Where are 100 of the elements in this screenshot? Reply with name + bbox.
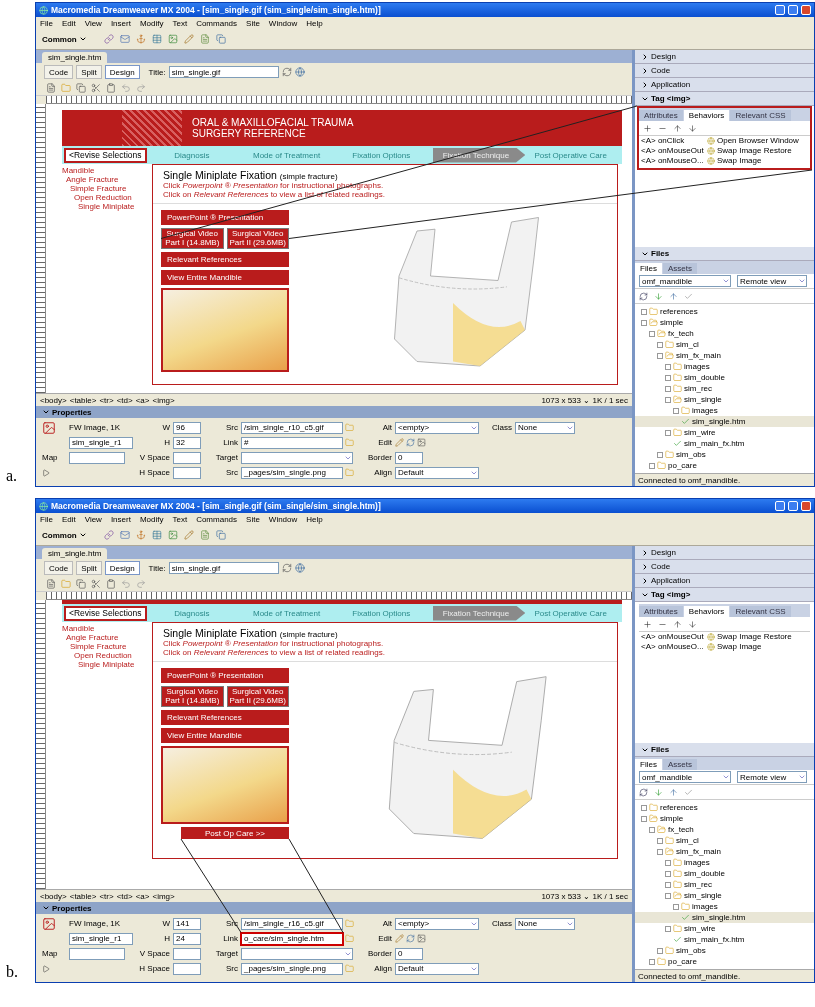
folder-icon[interactable] xyxy=(673,373,682,382)
menu-item[interactable]: Commands xyxy=(196,514,238,524)
menu-item[interactable]: Help xyxy=(306,18,323,28)
height-field[interactable]: 24 xyxy=(173,932,201,945)
video-button[interactable]: Surgical Video Part I (14.8MB) xyxy=(161,686,224,707)
file-tree-item[interactable]: sim_obs xyxy=(635,945,814,956)
expand-icon[interactable] xyxy=(673,407,679,414)
view-button[interactable]: Design xyxy=(104,561,140,575)
folder-icon[interactable] xyxy=(657,957,666,966)
image-name-field[interactable]: sim_single_r1 xyxy=(69,436,133,449)
class-dropdown[interactable]: None xyxy=(515,421,575,434)
caret-icon[interactable] xyxy=(42,408,50,416)
mail-icon[interactable] xyxy=(120,530,130,540)
view-dropdown[interactable]: Remote view xyxy=(737,275,807,287)
file-tree-item[interactable]: sim_double xyxy=(635,372,814,383)
file-tree-item[interactable]: sim_cl xyxy=(635,339,814,350)
menu-item[interactable]: File xyxy=(40,514,53,524)
breadcrumb-item[interactable]: Angle Fracture xyxy=(62,633,148,642)
folder-icon[interactable] xyxy=(657,461,666,470)
view-dropdown[interactable]: Remote view xyxy=(737,771,807,783)
edit-icon[interactable] xyxy=(395,438,404,447)
put-icon[interactable] xyxy=(669,787,678,797)
panel-header[interactable]: Tag <img> xyxy=(635,588,814,602)
pointer-icon[interactable] xyxy=(42,964,50,973)
target-dropdown[interactable] xyxy=(241,451,353,464)
file-tree-item[interactable]: images xyxy=(635,901,814,912)
post-op-care-button[interactable]: Post Op Care >> xyxy=(181,827,289,839)
panel-header[interactable]: Code xyxy=(635,560,814,574)
link-icon[interactable] xyxy=(104,530,114,540)
file-tree-item[interactable]: sim_single.htm xyxy=(635,912,814,923)
file-tree-item[interactable]: sim_fx_main xyxy=(635,350,814,361)
target-dropdown[interactable] xyxy=(241,947,353,960)
src-field[interactable]: /sim_single_r10_c5.gif xyxy=(241,421,343,434)
expand-icon[interactable] xyxy=(665,925,671,932)
border-field[interactable]: 0 xyxy=(395,451,423,464)
view-button[interactable]: Split xyxy=(76,561,102,575)
panel-header[interactable]: Files xyxy=(635,247,814,261)
menu-item[interactable]: Text xyxy=(172,514,188,524)
menu-item[interactable]: Site xyxy=(246,18,260,28)
refresh-icon[interactable] xyxy=(281,67,292,77)
cut-icon[interactable] xyxy=(91,579,101,589)
caret-icon[interactable] xyxy=(78,531,87,539)
refresh-icon[interactable] xyxy=(639,787,648,797)
menu-item[interactable]: View xyxy=(84,18,102,28)
height-field[interactable]: 32 xyxy=(173,436,201,449)
collapse-icon[interactable] xyxy=(665,396,671,403)
file-tree-item[interactable]: sim_cl xyxy=(635,835,814,846)
file-tree-item[interactable]: sim_main_fx.htm xyxy=(635,934,814,945)
minimize-button[interactable] xyxy=(775,5,785,15)
file-tree-item[interactable]: fx_tech xyxy=(635,824,814,835)
check-icon[interactable] xyxy=(681,417,690,426)
folder-icon[interactable] xyxy=(345,468,354,477)
folder-icon[interactable] xyxy=(665,450,674,459)
file-tree-item[interactable]: simple xyxy=(635,813,814,824)
tag-selector-item[interactable]: <td> xyxy=(116,891,133,901)
panel-header[interactable]: Application xyxy=(635,78,814,92)
hspace-field[interactable] xyxy=(173,962,201,975)
new-file-icon[interactable] xyxy=(46,83,56,93)
source-file-field[interactable]: _pages/sim_single.png xyxy=(241,466,343,479)
table-icon[interactable] xyxy=(152,34,162,44)
crop-icon[interactable] xyxy=(417,438,426,447)
caret-icon[interactable] xyxy=(42,904,50,912)
menu-item[interactable]: Edit xyxy=(61,18,76,28)
folder-icon[interactable] xyxy=(665,836,674,845)
file-tree-item[interactable]: sim_double xyxy=(635,868,814,879)
file-tree-item[interactable]: simple xyxy=(635,317,814,328)
image-icon[interactable] xyxy=(42,916,56,931)
panel-header[interactable]: Code xyxy=(635,64,814,78)
folder-icon[interactable] xyxy=(673,924,682,933)
title-field[interactable]: sim_single.gif xyxy=(168,562,279,574)
tag-selector-item[interactable]: <tr> xyxy=(99,891,114,901)
breadcrumb-item[interactable]: Single Miniplate xyxy=(62,660,148,669)
behavior-row[interactable]: <A> onMouseO... Swap Image xyxy=(639,642,810,652)
check-icon[interactable] xyxy=(684,787,693,797)
add-icon[interactable] xyxy=(643,619,652,629)
vspace-field[interactable] xyxy=(173,947,201,960)
folder-icon[interactable] xyxy=(345,964,354,973)
breadcrumb-item[interactable]: Mandible xyxy=(62,624,148,633)
get-icon[interactable] xyxy=(654,291,663,301)
globe-icon[interactable] xyxy=(294,67,305,77)
link-icon[interactable] xyxy=(104,34,114,44)
image-icon[interactable] xyxy=(42,420,56,435)
revise-selections-button[interactable]: <Revise Selections xyxy=(64,147,147,163)
table-icon[interactable] xyxy=(152,530,162,540)
site-dropdown[interactable]: omf_mandible xyxy=(639,275,731,287)
menu-item[interactable]: Window xyxy=(268,514,298,524)
breadcrumb-item[interactable]: Open Reduction xyxy=(62,651,148,660)
breadcrumb-item[interactable]: Simple Fracture xyxy=(62,642,148,651)
redo-icon[interactable] xyxy=(136,83,146,93)
down-arrow-icon[interactable] xyxy=(688,123,697,133)
chevron-icon[interactable] xyxy=(722,773,730,781)
collapse-icon[interactable] xyxy=(657,848,663,855)
panel-tab[interactable]: Files xyxy=(635,263,662,274)
folder-icon[interactable] xyxy=(345,919,354,928)
align-dropdown[interactable]: Default xyxy=(395,962,479,975)
pencil-icon[interactable] xyxy=(184,34,194,44)
file-tree-item[interactable]: sim_rec xyxy=(635,383,814,394)
anchor-icon[interactable] xyxy=(136,34,146,44)
file-tree-item[interactable]: po_care xyxy=(635,956,814,967)
tag-selector-item[interactable]: <body> xyxy=(40,395,67,405)
